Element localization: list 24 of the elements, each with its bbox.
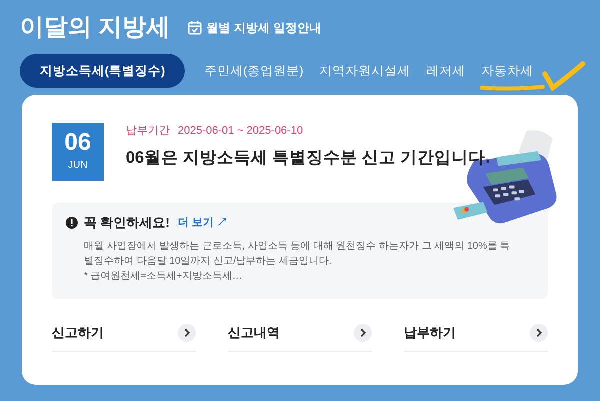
schedule-link[interactable]: 월별 지방세 일정안내 — [186, 19, 322, 37]
page-title: 이달의 지방세 — [20, 13, 171, 43]
notice-title: 꼭 확인하세요! — [84, 214, 170, 232]
tax-tab[interactable]: 지역자원시설세 — [312, 54, 418, 88]
tax-tab[interactable]: 지방소득세(특별징수) — [20, 54, 186, 88]
menu-link[interactable]: 납부하기 — [404, 323, 548, 352]
period-label: 납부기간 — [126, 124, 170, 139]
date-day: 06 — [64, 131, 92, 155]
headline: 06월은 지방소득세 특별징수분 신고 기간입니다. — [126, 148, 490, 168]
tax-tab[interactable]: 레저세 — [420, 54, 473, 88]
notice-note: * 급여원천세=소득세+지방소득세… — [83, 270, 244, 284]
menu-link[interactable]: 신고하기 — [52, 323, 196, 352]
tax-tab[interactable]: 주민세(종업원분) — [197, 54, 311, 88]
exclamation-icon — [66, 216, 78, 229]
menu-link[interactable]: 신고내역 — [228, 323, 372, 352]
date-month: JUN — [68, 159, 88, 173]
tax-tab[interactable]: 자동차세 — [474, 54, 541, 88]
calendar-icon — [186, 20, 203, 36]
period-dates: 2025-06-01 ~ 2025-06-10 — [178, 124, 304, 139]
more-link[interactable]: 더 보기 ↗ — [178, 214, 228, 231]
chevron-right-icon — [530, 324, 548, 342]
chevron-right-icon — [178, 324, 196, 342]
notice-text: 매월 사업장에서 발생하는 근로소득, 사업소득 등에 대해 원천징수 하는자가 그 세액의 10%를 특별징수하여 다음달 10일까지 신고/납부하는 세금입니다. — [83, 240, 512, 268]
chevron-right-icon — [354, 324, 372, 342]
